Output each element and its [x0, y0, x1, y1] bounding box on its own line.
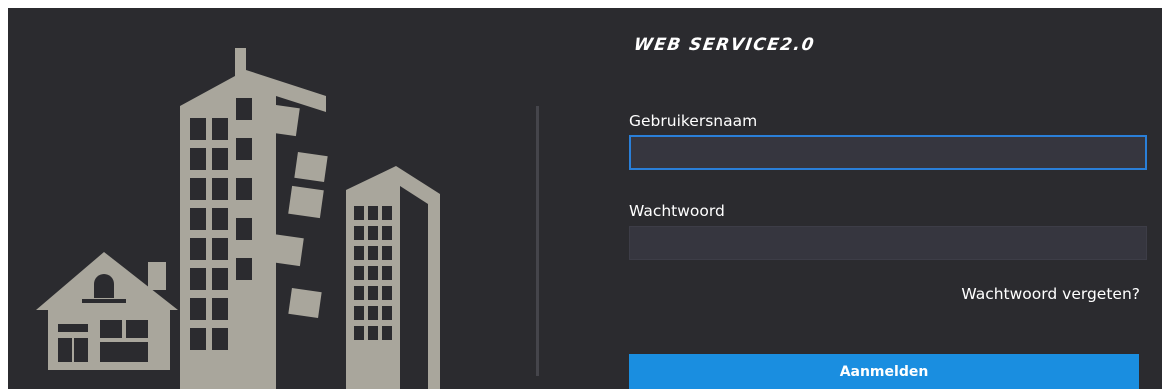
username-input[interactable]	[629, 135, 1147, 170]
login-button[interactable]: Aanmelden	[629, 354, 1139, 389]
password-label: Wachtwoord	[629, 202, 725, 220]
brand-title: WEB SERVICE2.0	[632, 35, 817, 55]
login-page: WEB SERVICE2.0 Gebruikersnaam Wachtwoord…	[8, 8, 1162, 389]
username-label: Gebruikersnaam	[629, 112, 758, 130]
password-input[interactable]	[629, 226, 1147, 260]
vertical-divider	[536, 106, 539, 376]
city-buildings-illustration	[36, 48, 440, 389]
forgot-password-link[interactable]: Wachtwoord vergeten?	[961, 285, 1140, 303]
